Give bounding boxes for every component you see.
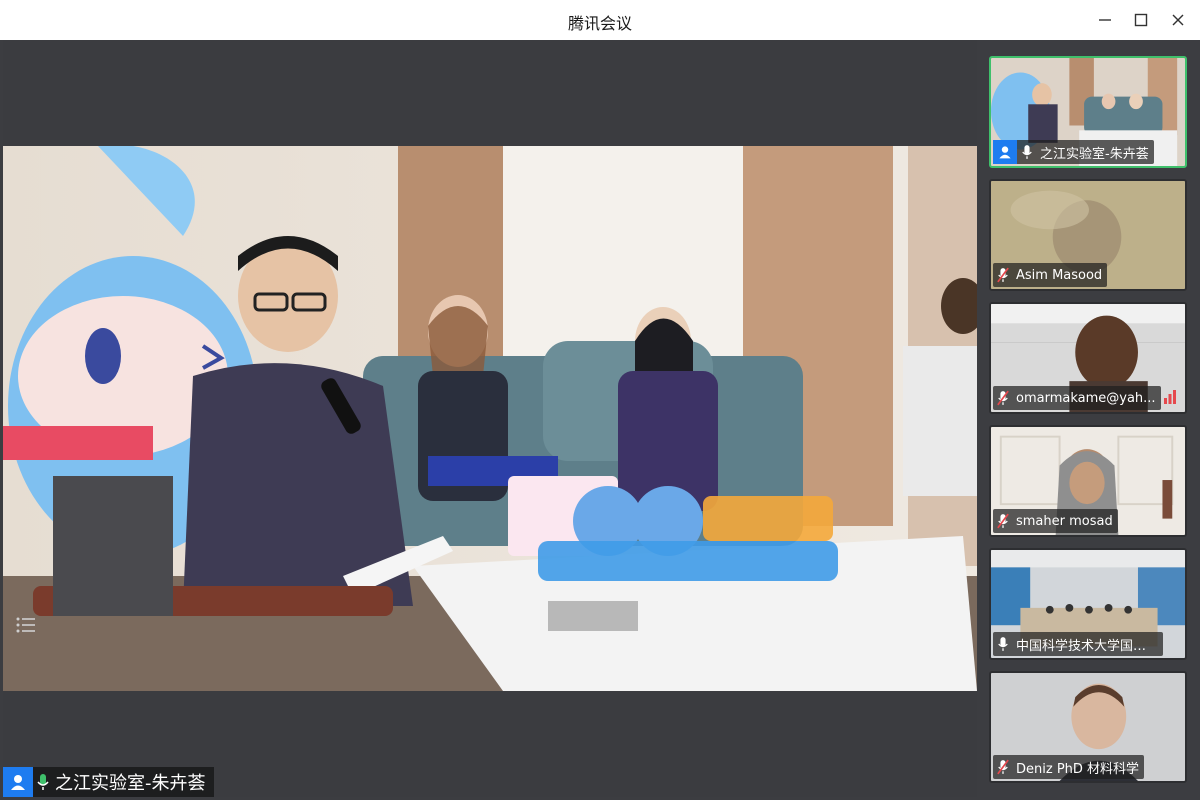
window-title: 腾讯会议 bbox=[567, 14, 632, 33]
participant-tile[interactable]: omarmakame@yah... bbox=[989, 302, 1187, 414]
participant-tile[interactable]: Deniz PhD 材料科学 bbox=[989, 671, 1187, 783]
participant-label: smaher mosad bbox=[993, 509, 1118, 533]
participant-tile[interactable]: 中国科学技术大学国际学院 bbox=[989, 548, 1187, 660]
participant-name: omarmakame@yah... bbox=[1016, 390, 1156, 406]
close-icon bbox=[1172, 14, 1184, 26]
participant-tile[interactable]: 之江实验室-朱卉荟 bbox=[989, 56, 1187, 168]
minimize-button[interactable] bbox=[1093, 8, 1117, 32]
participant-label: Deniz PhD 材料科学 bbox=[993, 755, 1145, 779]
meeting-window: 腾讯会议 之江实验室-朱卉荟 之江实验室-朱卉荟 Asim Masood oma… bbox=[0, 0, 1200, 800]
participant-tile[interactable]: Asim Masood bbox=[989, 179, 1187, 291]
mic-muted-icon bbox=[993, 263, 1013, 287]
mic-on-icon bbox=[993, 632, 1013, 656]
minimize-icon bbox=[1099, 19, 1111, 21]
mic-muted-icon bbox=[993, 509, 1013, 533]
participant-label: Asim Masood bbox=[993, 263, 1108, 287]
participant-label: omarmakame@yah... bbox=[993, 386, 1161, 410]
main-video-feed bbox=[3, 146, 977, 691]
participant-name: Asim Masood bbox=[1016, 267, 1103, 283]
close-button[interactable] bbox=[1166, 8, 1190, 32]
participant-label: 之江实验室-朱卉荟 bbox=[993, 140, 1154, 164]
user-icon bbox=[993, 140, 1017, 164]
participant-tile[interactable]: smaher mosad bbox=[989, 425, 1187, 537]
list-icon[interactable] bbox=[15, 615, 37, 635]
participant-name: 中国科学技术大学国际学院 bbox=[1016, 638, 1158, 654]
participant-name: 之江实验室-朱卉荟 bbox=[1040, 146, 1149, 162]
signal-strength-icon bbox=[1164, 390, 1176, 404]
main-speaker-name: 之江实验室-朱卉荟 bbox=[55, 773, 206, 794]
mic-muted-icon bbox=[993, 755, 1013, 779]
participant-name: Deniz PhD 材料科学 bbox=[1016, 761, 1140, 777]
user-icon bbox=[3, 767, 33, 797]
participant-name: smaher mosad bbox=[1016, 513, 1113, 529]
mic-muted-icon bbox=[993, 386, 1013, 410]
video-frame-image bbox=[3, 146, 977, 691]
main-video-area[interactable]: 之江实验室-朱卉荟 bbox=[3, 40, 977, 797]
title-bar: 腾讯会议 bbox=[0, 0, 1200, 40]
mic-on-icon bbox=[33, 767, 53, 797]
participant-label: 中国科学技术大学国际学院 bbox=[993, 632, 1163, 656]
participant-list: 之江实验室-朱卉荟 Asim Masood omarmakame@yah... … bbox=[977, 40, 1200, 797]
maximize-icon bbox=[1134, 13, 1148, 27]
maximize-button[interactable] bbox=[1129, 8, 1153, 32]
mic-on-icon bbox=[1017, 140, 1037, 164]
main-speaker-label: 之江实验室-朱卉荟 bbox=[3, 767, 214, 797]
